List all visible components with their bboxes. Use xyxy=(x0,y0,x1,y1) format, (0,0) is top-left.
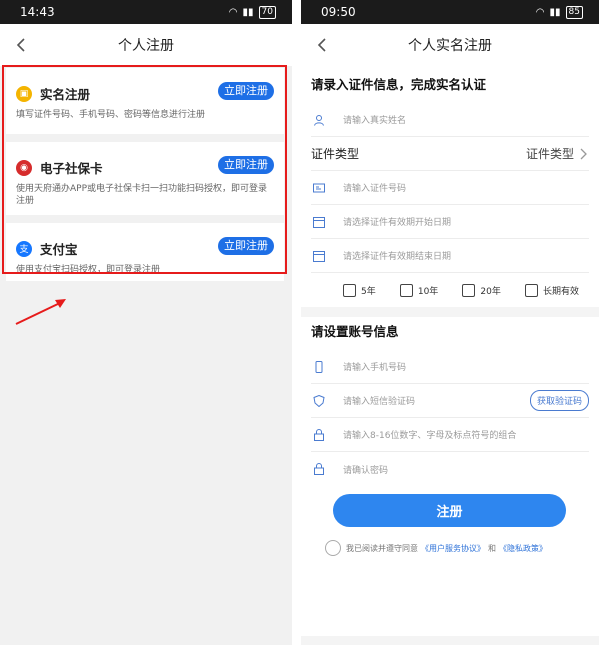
section-divider xyxy=(301,307,599,317)
page-title: 个人注册 xyxy=(118,38,174,54)
start-date-field[interactable]: 请选择证件有效期开始日期 xyxy=(311,205,589,239)
cert-number-placeholder: 请输入证件号码 xyxy=(343,184,407,194)
validity-permanent-checkbox[interactable]: 长期有效 xyxy=(524,283,579,297)
section-title: 请设置账号信息 xyxy=(311,324,399,339)
phone-field[interactable]: 请输入手机号码 xyxy=(311,350,589,384)
status-icons: ◠ ▮▮ 85 xyxy=(535,5,583,19)
status-time: 14:43 xyxy=(20,5,55,19)
cert-type-field[interactable]: 证件类型 证件类型 xyxy=(311,137,589,171)
phone-icon xyxy=(315,360,323,373)
calendar-icon xyxy=(313,250,325,262)
option-label: 20年 xyxy=(480,286,501,297)
shield-icon xyxy=(313,394,325,407)
agree-text: 我已阅读并遵守同意 xyxy=(346,543,418,553)
account-section: 请设置账号信息 请输入手机号码 请输入短信验证码 获取验证码 请输入8-16位数… xyxy=(301,317,599,486)
option-label: 5年 xyxy=(361,286,376,297)
register-submit-button[interactable]: 注册 xyxy=(333,494,566,527)
agreement-row: 我已阅读并遵守同意 《用户服务协议》 和 《隐私政策》 xyxy=(325,540,595,556)
lock-icon xyxy=(314,463,324,475)
end-date-placeholder: 请选择证件有效期结束日期 xyxy=(343,252,452,262)
left-phone-screen: 14:43 ◠ ▮▮ 70 个人注册 ▣ 实名注册 立即注册 填写证件号码、手机… xyxy=(0,0,292,645)
id-card-icon xyxy=(313,183,325,192)
get-code-button[interactable]: 获取验证码 xyxy=(529,390,589,411)
name-field[interactable]: 请输入真实姓名 xyxy=(311,103,589,137)
start-date-placeholder: 请选择证件有效期开始日期 xyxy=(343,218,452,228)
cert-type-value: 证件类型 xyxy=(525,147,574,161)
checkbox-box xyxy=(343,283,356,297)
validity-10y-checkbox[interactable]: 10年 xyxy=(399,283,439,297)
right-phone-screen: 09:50 ◠ ▮▮ 85 个人实名注册 请录入证件信息，完成实名认证 请输入真… xyxy=(301,0,599,645)
wifi-icon: ◠ xyxy=(535,6,545,18)
battery-icon: 85 xyxy=(565,5,583,19)
phone-placeholder: 请输入手机号码 xyxy=(343,363,407,373)
signal-icon: ▮▮ xyxy=(242,6,254,18)
sms-code-field[interactable]: 请输入短信验证码 获取验证码 xyxy=(311,384,589,418)
chevron-right-icon xyxy=(580,148,587,159)
validity-options: 5年 10年 20年 长期有效 xyxy=(311,273,589,307)
confirm-password-field[interactable]: 请确认密码 xyxy=(311,452,589,486)
calendar-icon xyxy=(313,216,325,228)
checkbox-box xyxy=(399,283,413,297)
signal-icon: ▮▮ xyxy=(549,6,561,18)
back-arrow-icon[interactable] xyxy=(313,34,333,56)
page-title: 个人实名注册 xyxy=(408,38,492,54)
nav-bar: 个人实名注册 xyxy=(301,24,599,66)
password-field[interactable]: 请输入8-16位数字、字母及标点符号的组合 xyxy=(311,418,589,452)
cert-number-field[interactable]: 请输入证件号码 xyxy=(311,171,589,205)
section-title: 请录入证件信息，完成实名认证 xyxy=(311,77,487,92)
privacy-policy-link[interactable]: 《隐私政策》 xyxy=(499,543,547,554)
back-arrow-icon[interactable] xyxy=(12,34,32,56)
validity-20y-checkbox[interactable]: 20年 xyxy=(462,283,501,297)
status-icons: ◠ ▮▮ 70 xyxy=(228,5,276,19)
password-placeholder: 请输入8-16位数字、字母及标点符号的组合 xyxy=(343,431,517,441)
user-icon xyxy=(314,114,324,126)
agree-and: 和 xyxy=(488,543,496,553)
cert-type-label: 证件类型 xyxy=(311,147,360,161)
agree-radio[interactable] xyxy=(325,540,341,556)
red-arrow-icon xyxy=(15,299,66,325)
option-label: 10年 xyxy=(417,286,439,297)
id-info-section: 请录入证件信息，完成实名认证 请输入真实姓名 证件类型 证件类型 请输入证件号码… xyxy=(301,66,599,307)
name-placeholder: 请输入真实姓名 xyxy=(343,116,407,126)
status-time: 09:50 xyxy=(321,5,356,19)
highlight-box xyxy=(2,65,287,274)
confirm-password-placeholder: 请确认密码 xyxy=(343,465,389,476)
status-bar: 09:50 ◠ ▮▮ 85 xyxy=(301,0,599,24)
validity-5y-checkbox[interactable]: 5年 xyxy=(343,283,376,297)
nav-bar: 个人注册 xyxy=(0,24,292,66)
option-label: 长期有效 xyxy=(542,286,579,297)
wifi-icon: ◠ xyxy=(228,6,238,18)
status-bar: 14:43 ◠ ▮▮ 70 xyxy=(0,0,292,24)
cert-type-selector: 证件类型 xyxy=(526,145,587,162)
submit-area: 注册 我已阅读并遵守同意 《用户服务协议》 和 《隐私政策》 xyxy=(301,486,599,636)
lock-icon xyxy=(314,428,324,441)
sms-code-placeholder: 请输入短信验证码 xyxy=(343,397,416,407)
end-date-field[interactable]: 请选择证件有效期结束日期 xyxy=(311,239,589,273)
user-agreement-link[interactable]: 《用户服务协议》 xyxy=(421,543,485,554)
checkbox-box xyxy=(462,283,476,297)
checkbox-box xyxy=(524,283,538,297)
battery-icon: 70 xyxy=(258,5,276,19)
registration-form: 请录入证件信息，完成实名认证 请输入真实姓名 证件类型 证件类型 请输入证件号码… xyxy=(301,66,599,636)
